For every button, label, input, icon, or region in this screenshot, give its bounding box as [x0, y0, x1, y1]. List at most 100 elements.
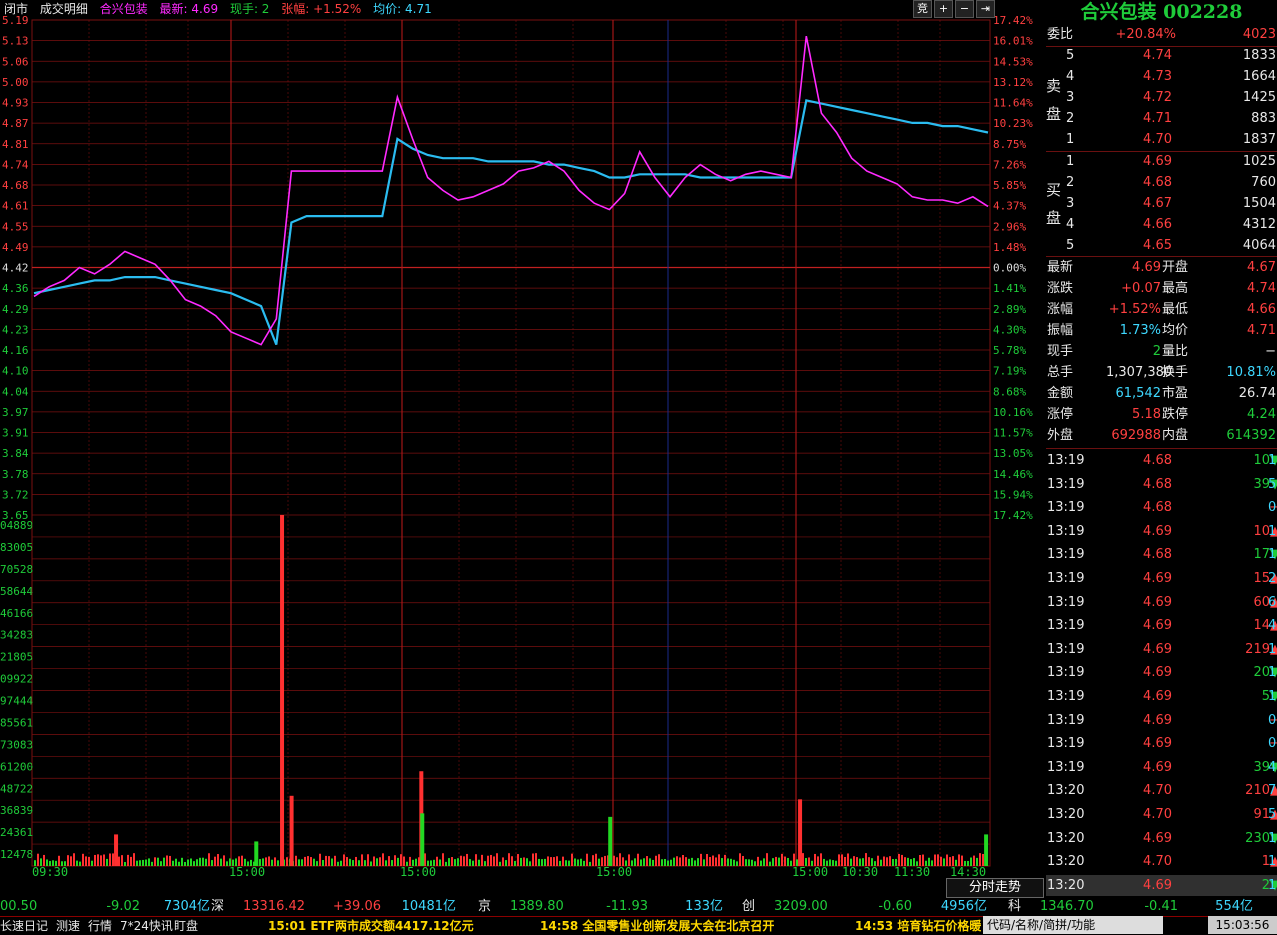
stat-row[interactable]: 外盘 692988 内盘 614392: [1046, 425, 1277, 446]
trade-volume: 15▲: [1196, 568, 1277, 589]
news-item-1[interactable]: 15:01 ETF两市成交额4417.12亿元: [268, 917, 474, 935]
volume-bar: [331, 858, 333, 866]
search-input[interactable]: 代码/名称/简拼/功能: [983, 916, 1163, 934]
header-avg: 均价: 4.71: [373, 2, 432, 16]
sell-level-row[interactable]: 2 4.71 883: [1046, 108, 1277, 129]
stat-row[interactable]: 振幅 1.73% 均价 4.71: [1046, 320, 1277, 341]
stat-row[interactable]: 涨幅 +1.52% 最低 4.66: [1046, 299, 1277, 320]
price-tick-label: 3.72: [2, 488, 29, 501]
buy-level-row[interactable]: 1 4.69 1025: [1046, 151, 1277, 172]
buy-level-row[interactable]: 5 4.65 4064: [1046, 235, 1277, 256]
volume-bar: [478, 859, 480, 866]
zoom-in-button[interactable]: +: [934, 0, 953, 18]
sell-level-row[interactable]: 5 4.74 1833: [1046, 45, 1277, 66]
volume-bar: [451, 857, 453, 866]
tab-trade-detail[interactable]: 成交明细: [40, 2, 88, 16]
volume-bar: [454, 859, 456, 866]
trade-row[interactable]: 13:20 4.69 2▼ 1: [1046, 874, 1277, 896]
weibi-row[interactable]: 委比 +20.84% 4023: [1046, 24, 1277, 45]
price-tick-label: 4.49: [2, 241, 29, 254]
sell-level-row[interactable]: 4 4.73 1664: [1046, 66, 1277, 87]
trade-row[interactable]: 13:19 4.69 15▲ 2: [1046, 568, 1277, 589]
volume-bar: [118, 856, 120, 866]
volume-bar: [754, 861, 756, 866]
stat-label: 现手: [1047, 344, 1074, 359]
stat-value: 26.74: [1238, 386, 1276, 401]
trade-count: 2: [1268, 571, 1277, 586]
pct-tick-label: 17.42%: [993, 14, 1033, 27]
volume-spike: [798, 799, 803, 866]
trade-row[interactable]: 13:19 4.68 −0: [1046, 497, 1277, 518]
trade-row[interactable]: 13:20 4.70 210▲ 7: [1046, 780, 1277, 801]
nav-item[interactable]: 盯盘: [174, 917, 198, 935]
nav-item[interactable]: 测速: [56, 917, 80, 935]
stat-row[interactable]: 金额 61,542 市盈 26.74: [1046, 383, 1277, 404]
volume-bar: [784, 856, 786, 866]
intraday-trend-button[interactable]: 分时走势: [946, 878, 1044, 898]
volume-bar: [709, 857, 711, 866]
trade-row[interactable]: 13:19 4.68 10▼ 1: [1046, 450, 1277, 471]
trade-row[interactable]: 13:19 4.69 39▼ 4: [1046, 757, 1277, 778]
pct-tick-label: 14.46%: [993, 468, 1033, 481]
volume-spike: [254, 841, 259, 866]
nav-item[interactable]: 长速: [0, 917, 24, 935]
stat-row[interactable]: 总手 1,307,380 换手 10.81%: [1046, 362, 1277, 383]
volume-bar: [412, 859, 414, 866]
trade-row[interactable]: 13:19 4.69 −0: [1046, 733, 1277, 754]
volume-bar: [142, 859, 144, 866]
trade-row[interactable]: 13:19 4.69 −0: [1046, 710, 1277, 731]
stat-value: 4.69: [1132, 260, 1161, 275]
trade-volume: 17▼: [1196, 544, 1277, 565]
weibi-value: 4023: [1242, 27, 1276, 42]
stat-row[interactable]: 涨跌 +0.07 最高 4.74: [1046, 278, 1277, 299]
stat-row[interactable]: 涨停 5.18 跌停 4.24: [1046, 404, 1277, 425]
trade-row[interactable]: 13:20 4.69 230▼10: [1046, 828, 1277, 849]
trade-count: 1: [1268, 453, 1277, 468]
volume-bar: [796, 859, 798, 866]
price-tick-label: 4.74: [2, 158, 29, 171]
end-button[interactable]: ⇥: [976, 0, 995, 18]
trade-row[interactable]: 13:20 4.70 1▲ 1: [1046, 851, 1277, 872]
price-tick-label: 4.10: [2, 365, 29, 378]
auction-button[interactable]: 竞: [913, 0, 932, 18]
buy-level-row[interactable]: 3 4.67 1504: [1046, 193, 1277, 214]
volume-bar: [313, 858, 315, 866]
trade-row[interactable]: 13:20 4.70 91▲ 5: [1046, 804, 1277, 825]
volume-bar: [802, 853, 804, 866]
index-value: 3209.00: [774, 899, 828, 914]
volume-bar: [58, 855, 60, 866]
news-item-2[interactable]: 14:58 全国零售业创新发展大会在北京召开: [540, 917, 774, 935]
zoom-out-button[interactable]: −: [955, 0, 974, 18]
trade-row[interactable]: 13:19 4.69 10▲ 1: [1046, 521, 1277, 542]
trade-row[interactable]: 13:19 4.68 17▼ 1: [1046, 544, 1277, 565]
volume-bar: [352, 860, 354, 866]
stat-row[interactable]: 最新 4.69 开盘 4.67: [1046, 257, 1277, 278]
sell-level-row[interactable]: 3 4.72 1425: [1046, 87, 1277, 108]
volume-bar: [457, 858, 459, 866]
trade-row[interactable]: 13:19 4.69 5▼ 1: [1046, 686, 1277, 707]
buy-level-row[interactable]: 4 4.66 4312: [1046, 214, 1277, 235]
volume-bar: [271, 859, 273, 866]
volume-bar: [400, 854, 402, 866]
volume-bar: [175, 858, 177, 866]
nav-item[interactable]: 行情: [88, 917, 112, 935]
nav-item[interactable]: 日记: [24, 917, 48, 935]
chart-area[interactable]: 5.19 17.42%5.13 16.01%5.06 14.53%5.00 13.12%…: [0, 0, 1046, 897]
trade-row[interactable]: 13:19 4.69 20▼ 1: [1046, 662, 1277, 683]
buy-level-row[interactable]: 2 4.68 760: [1046, 172, 1277, 193]
stat-row[interactable]: 现手 2 量比 −: [1046, 341, 1277, 362]
volume-tick-label: 83005: [0, 541, 33, 554]
sell-level-row[interactable]: 1 4.70 1837: [1046, 129, 1277, 150]
news-item-3[interactable]: 14:53 培育钻石价格暖: [855, 917, 981, 935]
volume-bar: [124, 861, 126, 866]
trade-row[interactable]: 13:19 4.69 219▲13: [1046, 639, 1277, 660]
volume-bar: [316, 861, 318, 866]
volume-bar: [856, 857, 858, 866]
volume-tick-label: 46166: [0, 607, 33, 620]
nav-item[interactable]: 7*24快讯: [120, 917, 173, 935]
volume-bar: [652, 859, 654, 866]
trade-row[interactable]: 13:19 4.69 60▲ 6: [1046, 592, 1277, 613]
trade-row[interactable]: 13:19 4.68 39▼ 5: [1046, 474, 1277, 495]
volume-bar: [622, 857, 624, 866]
trade-row[interactable]: 13:19 4.69 14▲ 4: [1046, 615, 1277, 636]
